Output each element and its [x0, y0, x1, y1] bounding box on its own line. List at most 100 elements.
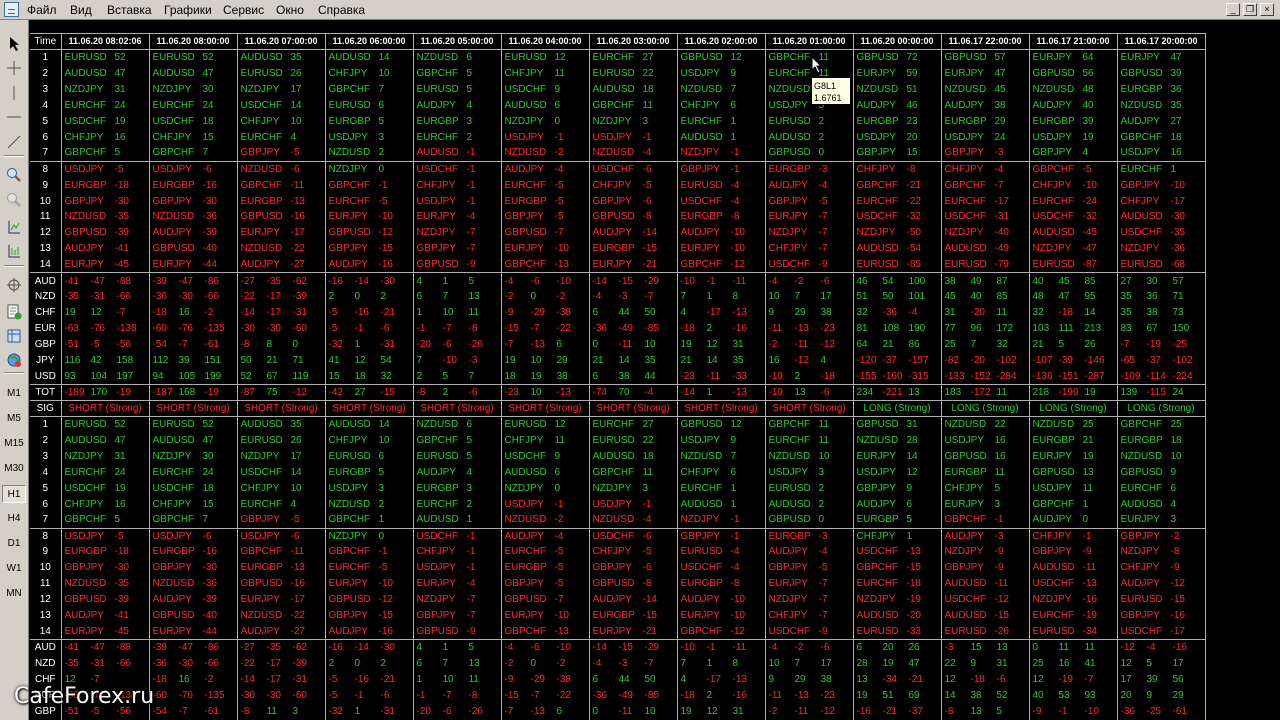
pair-cell: NZDJPY -36: [1117, 240, 1206, 257]
restore-icon[interactable]: ❐: [1243, 3, 1257, 16]
strength-value: 47: [908, 658, 920, 670]
vertical-line-icon[interactable]: [3, 82, 25, 103]
pair-value: 6: [1170, 482, 1177, 494]
strength-value: -12: [820, 339, 835, 351]
menu-window[interactable]: Окно: [276, 3, 304, 17]
pair-value: 0: [554, 115, 561, 127]
pair-name: USDJPY: [64, 163, 104, 175]
total-value: 13: [794, 386, 806, 398]
timeframe-h1[interactable]: H1: [2, 485, 26, 503]
currency-cell: 0 -11 10: [589, 703, 678, 720]
zoom-in-icon[interactable]: [3, 164, 25, 185]
pair-cell: EURJPY -44: [149, 623, 238, 640]
menu-insert[interactable]: Вставка: [107, 3, 152, 17]
pair-value: 14: [290, 466, 302, 478]
strength-value: -29: [644, 275, 659, 287]
pair-cell: GBPCHF 11: [589, 97, 678, 114]
strength-value: 40: [1032, 275, 1044, 287]
strength-value: -114: [1146, 370, 1166, 382]
pair-name: EURJPY: [240, 594, 280, 606]
pair-cell: USDCHF 18: [149, 113, 238, 130]
zoom-out-icon[interactable]: [3, 189, 25, 210]
label-icon[interactable]: [3, 240, 25, 261]
timeframe-mn[interactable]: MN: [2, 585, 26, 603]
pair-name: USDJPY: [856, 131, 896, 143]
strength-value: 9: [768, 307, 775, 319]
timeframe-w1[interactable]: W1: [2, 560, 26, 578]
menu-help[interactable]: Справка: [318, 3, 365, 17]
pair-cell: EURJPY -10: [677, 607, 766, 624]
pair-name: USDJPY: [416, 195, 456, 207]
strength-value: -5: [328, 674, 338, 686]
templates-icon[interactable]: [3, 325, 25, 346]
pair-cell: AUDJPY -16: [325, 623, 414, 640]
trendline-icon[interactable]: [3, 131, 25, 152]
currency-cell: -9 -1 -10: [1029, 703, 1118, 720]
strength-value: 4: [680, 674, 687, 686]
strength-value: -30: [240, 690, 255, 702]
timeframe-m1[interactable]: M1: [2, 385, 26, 403]
pair-value: 46: [906, 99, 918, 111]
text-icon[interactable]: [3, 216, 25, 237]
strength-value: -39: [292, 658, 307, 670]
pair-name: AUDUSD: [240, 419, 283, 431]
pair-value: -17: [1170, 195, 1185, 207]
pair-value: 9: [906, 482, 913, 494]
pair-name: CHFJPY: [64, 131, 104, 143]
pair-name: USDCHF: [944, 211, 987, 223]
menu-charts[interactable]: Графики: [164, 3, 212, 17]
strength-value: -85: [644, 323, 659, 335]
total-value: 13: [908, 386, 920, 398]
pair-name: GBPCHF: [152, 147, 195, 159]
crosshair-icon[interactable]: [3, 57, 25, 78]
close-icon[interactable]: ×: [1260, 3, 1274, 16]
menu-view[interactable]: Вид: [70, 3, 92, 17]
strength-value: 19: [856, 690, 868, 702]
rank-number: 14: [30, 256, 62, 273]
pair-name: CHFJPY: [1032, 530, 1072, 542]
timeframe-d1[interactable]: D1: [2, 535, 26, 553]
pair-cell: GBPUSD -39: [61, 591, 150, 608]
currency-cell: 41 12 54: [325, 352, 414, 369]
strength-value: 46: [856, 275, 868, 287]
app-icon[interactable]: [4, 2, 19, 17]
world-icon[interactable]: [3, 349, 25, 370]
strength-value: -5: [328, 690, 338, 702]
pair-cell: AUDUSD 1: [677, 496, 766, 513]
pair-cell: AUDJPY -39: [149, 591, 238, 608]
pair-cell: EURGBP 5: [853, 512, 942, 529]
pair-name: EURJPY: [64, 259, 104, 271]
strength-value: 81: [856, 323, 868, 335]
total-cell: -87 75 -12: [237, 383, 326, 401]
pair-name: EURCHF: [416, 131, 459, 143]
move-chart-icon[interactable]: [3, 274, 25, 295]
menu-file[interactable]: Файл: [27, 3, 57, 17]
pair-value: -10: [554, 243, 569, 255]
pair-name: CHFJPY: [152, 498, 192, 510]
strength-value: 35: [732, 355, 744, 367]
pair-value: 6: [730, 466, 737, 478]
minimize-icon[interactable]: _: [1226, 3, 1240, 16]
currency-cell: -8 8 0: [237, 336, 326, 353]
timeframe-m30[interactable]: M30: [2, 460, 26, 478]
strength-value: -11: [618, 706, 633, 718]
horizontal-line-icon[interactable]: [3, 106, 25, 127]
strength-value: 51: [856, 291, 868, 303]
pair-value: 0: [378, 163, 385, 175]
pair-cell: NZDJPY 31: [61, 81, 150, 98]
timeframe-h4[interactable]: H4: [2, 510, 26, 528]
currency-cell: -5 -1 -6: [325, 320, 414, 337]
pair-cell: NZDJPY -50: [853, 224, 942, 241]
currency-cell: 64 21 86: [853, 336, 942, 353]
pair-cell: EURCHF 24: [61, 464, 150, 481]
strength-value: 5: [468, 642, 475, 654]
pair-value: -5: [378, 195, 388, 207]
currency-cell: 25 16 41: [1029, 655, 1118, 672]
pair-cell: NZDUSD 7: [677, 448, 766, 465]
timeframe-m5[interactable]: M5: [2, 410, 26, 428]
timeframe-m15[interactable]: M15: [2, 435, 26, 453]
menu-service[interactable]: Сервис: [223, 3, 264, 17]
cursor-icon[interactable]: [3, 33, 25, 54]
pair-value: -6: [642, 195, 652, 207]
add-page-icon[interactable]: [3, 301, 25, 322]
